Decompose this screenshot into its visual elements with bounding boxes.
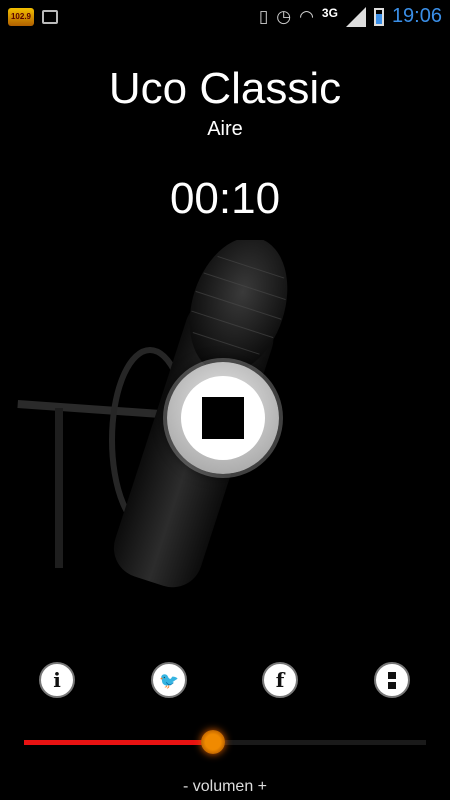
volume-fill <box>24 740 213 745</box>
facebook-icon: f <box>275 668 285 692</box>
notification-icon <box>42 9 58 24</box>
network-type-label: 3G <box>321 5 338 20</box>
app-logo-icon: 102.9 <box>8 7 34 26</box>
station-title: Uco Classic <box>108 64 342 113</box>
menu-button[interactable] <box>374 662 410 698</box>
alarm-icon: ◷ <box>276 7 292 26</box>
stop-icon <box>202 397 244 439</box>
volume-label: - volumen + <box>182 778 268 795</box>
action-buttons-row: i 🐦 f <box>0 662 450 702</box>
twitter-icon: 🐦 <box>159 670 179 690</box>
volume-slider[interactable] <box>24 730 426 754</box>
status-bar: 102.9 ▯ ◷ ◠ 3G 19:06 <box>0 0 450 33</box>
signal-icon <box>345 6 366 27</box>
facebook-button[interactable]: f <box>262 662 298 698</box>
twitter-button[interactable]: 🐦 <box>151 662 187 698</box>
status-clock: 19:06 <box>391 5 442 27</box>
stop-button[interactable] <box>167 362 279 474</box>
volume-thumb[interactable] <box>200 730 225 754</box>
wifi-icon: ◠ <box>299 7 314 26</box>
battery-icon <box>373 7 384 26</box>
vibrate-icon: ▯ <box>258 7 269 26</box>
menu-icon <box>388 671 396 689</box>
elapsed-timer: 00:10 <box>169 174 281 223</box>
station-subtitle: Aire <box>207 118 243 140</box>
info-button[interactable]: i <box>39 662 75 698</box>
info-icon: i <box>53 668 61 692</box>
